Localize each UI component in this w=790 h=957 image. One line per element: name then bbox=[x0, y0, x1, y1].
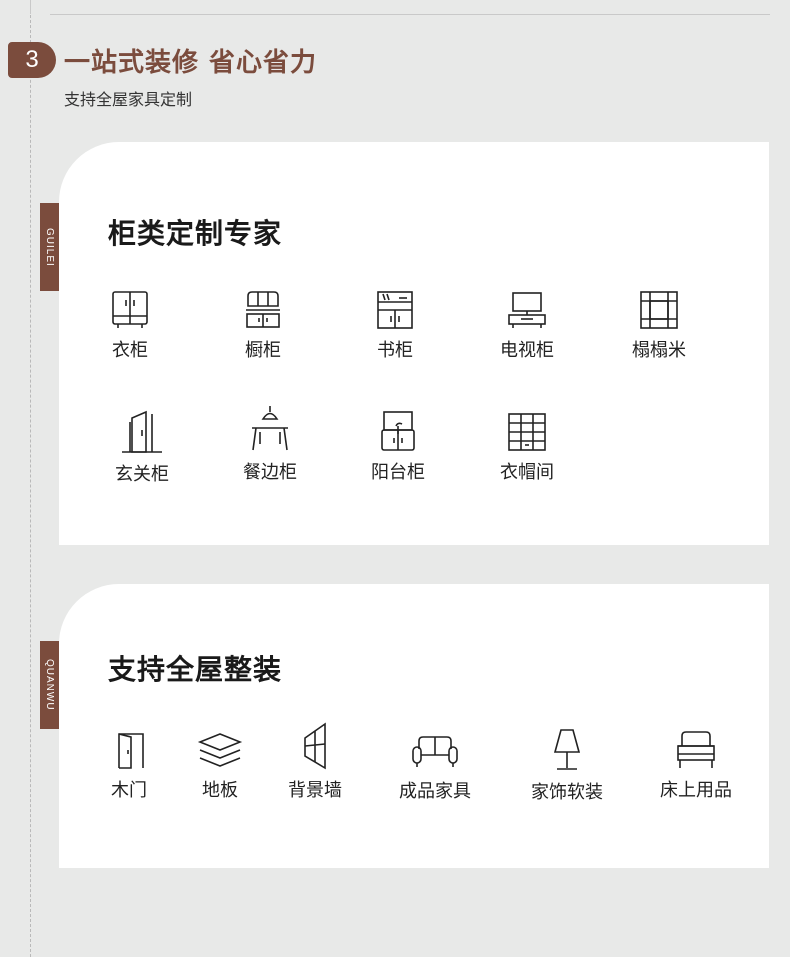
whole-house-panel-title: 支持全屋整装 bbox=[108, 653, 283, 686]
entry-cabinet-icon bbox=[122, 410, 162, 453]
section-number-badge: 3 bbox=[8, 42, 56, 78]
category-item[interactable]: 木门 bbox=[79, 730, 179, 802]
wardrobe-icon bbox=[112, 291, 148, 328]
whole-house-panel bbox=[59, 584, 769, 868]
category-item[interactable]: 床上用品 bbox=[646, 730, 746, 802]
cloakroom-icon bbox=[508, 413, 546, 451]
category-item[interactable]: 阳台柜 bbox=[348, 410, 448, 484]
section-subtitle: 支持全屋家具定制 bbox=[64, 90, 193, 109]
category-item[interactable]: 餐边柜 bbox=[220, 404, 320, 484]
category-label: 玄关柜 bbox=[115, 464, 169, 485]
sideboard-icon bbox=[252, 406, 288, 451]
sofa-icon bbox=[412, 736, 458, 767]
kitchen-cabinet-icon bbox=[246, 291, 280, 328]
side-tab-quanwu: QUANWU bbox=[40, 641, 59, 729]
balcony-cabinet-icon bbox=[381, 411, 415, 451]
top-divider bbox=[50, 14, 770, 15]
category-item[interactable]: 背景墙 bbox=[265, 722, 365, 802]
bed-icon bbox=[677, 731, 715, 768]
category-label: 成品家具 bbox=[399, 781, 471, 802]
category-label: 家饰软装 bbox=[531, 782, 603, 803]
category-label: 橱柜 bbox=[245, 340, 281, 361]
category-label: 木门 bbox=[111, 780, 147, 801]
category-item[interactable]: 家饰软装 bbox=[517, 728, 617, 804]
category-item[interactable]: 电视柜 bbox=[477, 290, 577, 362]
category-label: 地板 bbox=[202, 780, 238, 801]
category-label: 衣帽间 bbox=[500, 462, 554, 483]
category-item[interactable]: 榻榻米 bbox=[609, 290, 709, 362]
category-label: 阳台柜 bbox=[371, 462, 425, 483]
category-label: 餐边柜 bbox=[243, 462, 297, 483]
category-item[interactable]: 成品家具 bbox=[385, 733, 485, 803]
bookcase-icon bbox=[377, 291, 413, 329]
category-item[interactable]: 橱柜 bbox=[213, 290, 313, 362]
category-item[interactable]: 衣帽间 bbox=[477, 412, 577, 484]
category-label: 电视柜 bbox=[500, 340, 554, 361]
side-tab-guilei: GUILEI bbox=[40, 203, 59, 291]
cabinet-panel-title: 柜类定制专家 bbox=[108, 217, 283, 250]
category-item[interactable]: 书柜 bbox=[345, 290, 445, 362]
category-label: 榻榻米 bbox=[632, 340, 686, 361]
category-item[interactable]: 地板 bbox=[170, 730, 270, 802]
section-title: 一站式装修 省心省力 bbox=[64, 48, 318, 78]
lamp-icon bbox=[553, 729, 581, 770]
category-item[interactable]: 玄关柜 bbox=[92, 410, 192, 486]
category-label: 床上用品 bbox=[660, 780, 732, 801]
door-icon bbox=[118, 733, 144, 769]
category-label: 衣柜 bbox=[112, 340, 148, 361]
category-item[interactable]: 衣柜 bbox=[80, 290, 180, 362]
category-label: 背景墙 bbox=[288, 780, 342, 801]
top-tick bbox=[27, 0, 31, 14]
side-tab-label: QUANWU bbox=[44, 659, 55, 711]
tv-cabinet-icon bbox=[508, 292, 546, 328]
category-label: 书柜 bbox=[377, 340, 413, 361]
feature-wall-icon bbox=[304, 722, 326, 770]
side-tab-label: GUILEI bbox=[44, 227, 55, 267]
guide-line bbox=[30, 0, 31, 957]
tatami-icon bbox=[640, 291, 678, 329]
flooring-icon bbox=[197, 733, 243, 767]
